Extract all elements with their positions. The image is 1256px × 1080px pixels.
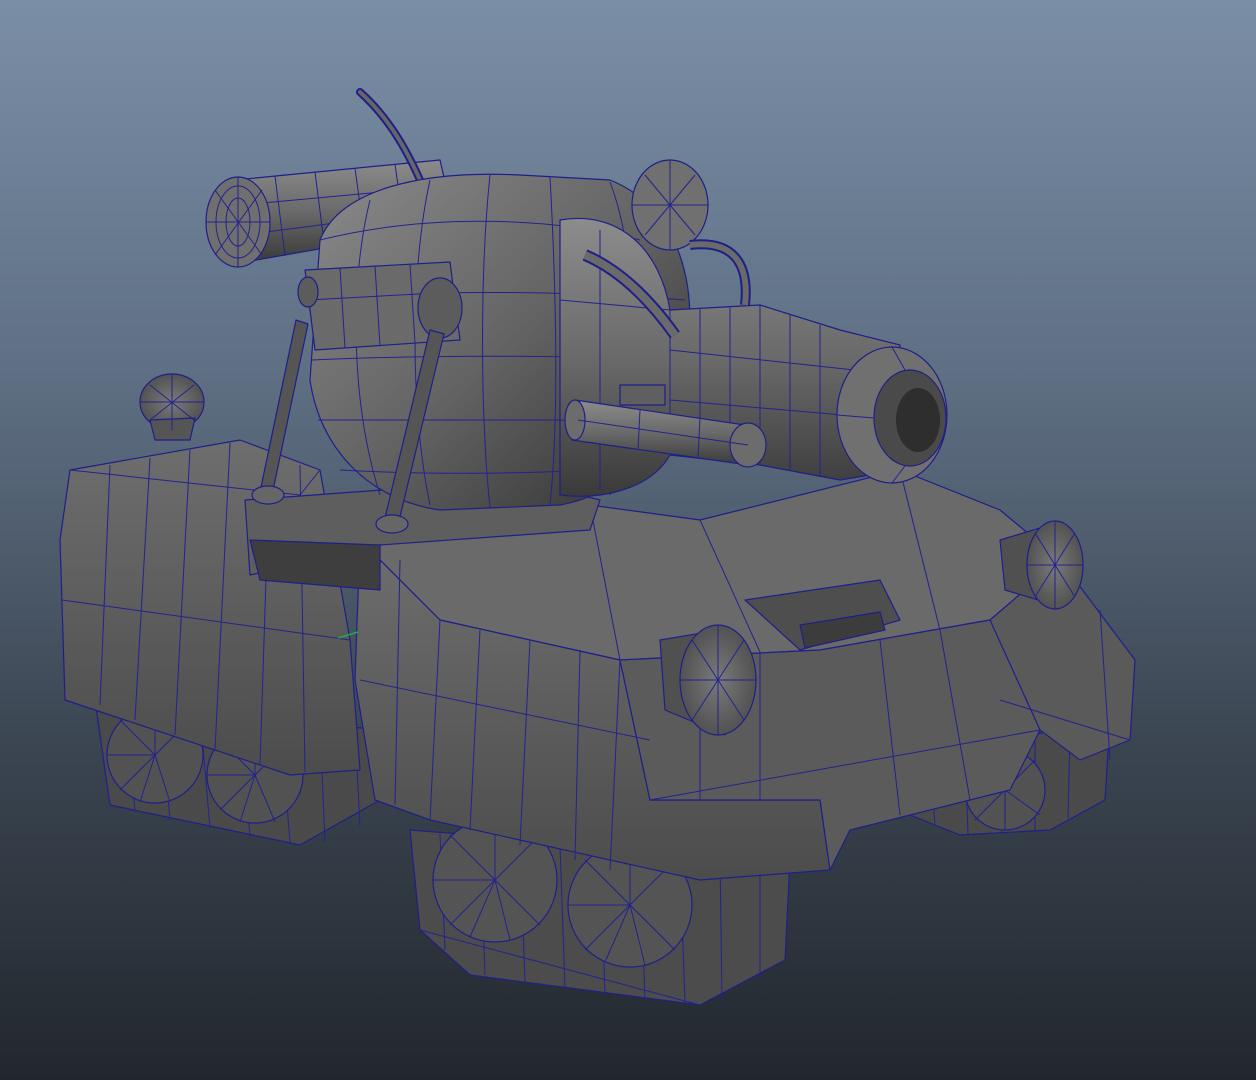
3d-viewport[interactable]	[0, 0, 1256, 1080]
tank-model[interactable]	[0, 0, 1256, 1080]
headlight-rear	[139, 373, 205, 441]
